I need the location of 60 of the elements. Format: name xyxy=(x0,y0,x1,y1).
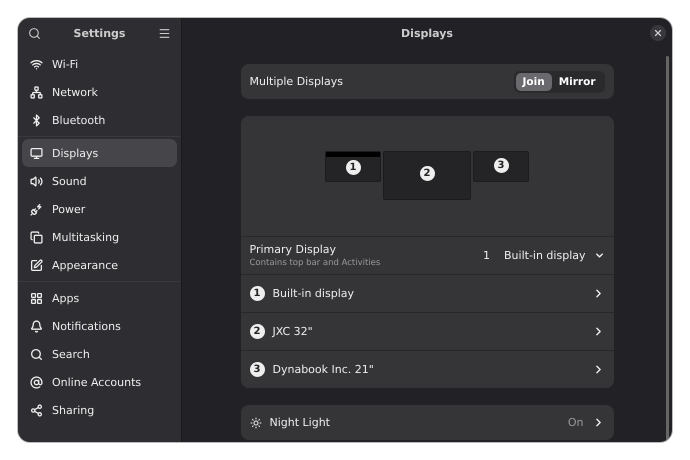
bluetooth-icon xyxy=(30,114,43,126)
display-name: Built-in display xyxy=(272,287,354,300)
windows-icon xyxy=(30,230,43,244)
bell-icon xyxy=(30,320,43,332)
sidebar-item[interactable]: Notifications xyxy=(22,312,177,340)
display-row[interactable]: 2 JXC 32" xyxy=(240,312,614,350)
row-label: Night Light xyxy=(270,416,330,429)
sidebar-item[interactable]: Power xyxy=(22,195,177,223)
monitor-icon xyxy=(30,146,43,160)
top-bar xyxy=(326,152,380,157)
sun-icon xyxy=(250,416,262,428)
grid-icon xyxy=(30,292,43,304)
share-icon xyxy=(30,404,43,416)
sidebar-item[interactable]: Search xyxy=(22,340,177,368)
display-row[interactable]: 1 Built-in display xyxy=(240,274,614,312)
sidebar-item[interactable]: Wi-Fi xyxy=(22,50,177,78)
sidebar-item[interactable]: Bluetooth xyxy=(22,106,177,134)
monitor-drawing[interactable]: 2 xyxy=(383,151,471,200)
status-value: On xyxy=(568,416,584,429)
monitor-drawing[interactable]: 3 xyxy=(473,151,529,182)
dropdown-value: Built-in display xyxy=(504,249,586,262)
menu-icon xyxy=(158,26,171,40)
sidebar-item[interactable]: Sound xyxy=(22,167,177,195)
row-title: Primary Display xyxy=(250,243,338,256)
sidebar-item[interactable]: Displays xyxy=(22,139,177,167)
scrollbar[interactable] xyxy=(666,56,669,441)
sidebar-item[interactable]: Online Accounts xyxy=(22,368,177,396)
display-number: 3 xyxy=(250,362,264,377)
search-icon xyxy=(28,26,41,40)
pen-square-icon xyxy=(30,258,43,272)
display-name: Dynabook Inc. 21" xyxy=(272,363,374,376)
sidebar-item[interactable]: Network xyxy=(22,78,177,106)
speaker-icon xyxy=(30,174,43,188)
display-number: 1 xyxy=(346,160,360,175)
sidebar-item[interactable]: Multitasking xyxy=(22,223,177,251)
row-subtitle: Contains top bar and Activities xyxy=(250,258,380,268)
sidebar-item[interactable]: Sharing xyxy=(22,396,177,424)
display-number: 3 xyxy=(494,158,508,173)
monitor-drawing[interactable]: 1 xyxy=(325,151,381,182)
close-icon xyxy=(653,28,663,38)
row-label: Multiple Displays xyxy=(250,75,343,88)
page-title: Displays xyxy=(401,26,453,40)
display-number: 2 xyxy=(250,324,264,339)
display-row[interactable]: 3 Dynabook Inc. 21" xyxy=(240,350,614,388)
night-light-row[interactable]: Night Light On xyxy=(240,405,614,440)
sidebar-item[interactable]: Apps xyxy=(22,284,177,312)
plug-icon xyxy=(30,202,43,216)
display-name: JXC 32" xyxy=(272,325,313,338)
search-icon xyxy=(30,348,43,360)
display-number: 1 xyxy=(483,249,490,262)
segment-button[interactable]: Join xyxy=(516,72,552,90)
display-number: 2 xyxy=(420,166,434,181)
sidebar-title: Settings xyxy=(74,26,126,40)
wifi-icon xyxy=(30,58,43,70)
network-icon xyxy=(30,86,43,98)
display-number: 1 xyxy=(250,286,264,301)
segment-button[interactable]: Mirror xyxy=(552,72,602,90)
sidebar-item[interactable]: Appearance xyxy=(22,251,177,279)
at-sign-icon xyxy=(30,376,43,388)
close-button[interactable] xyxy=(650,25,666,41)
